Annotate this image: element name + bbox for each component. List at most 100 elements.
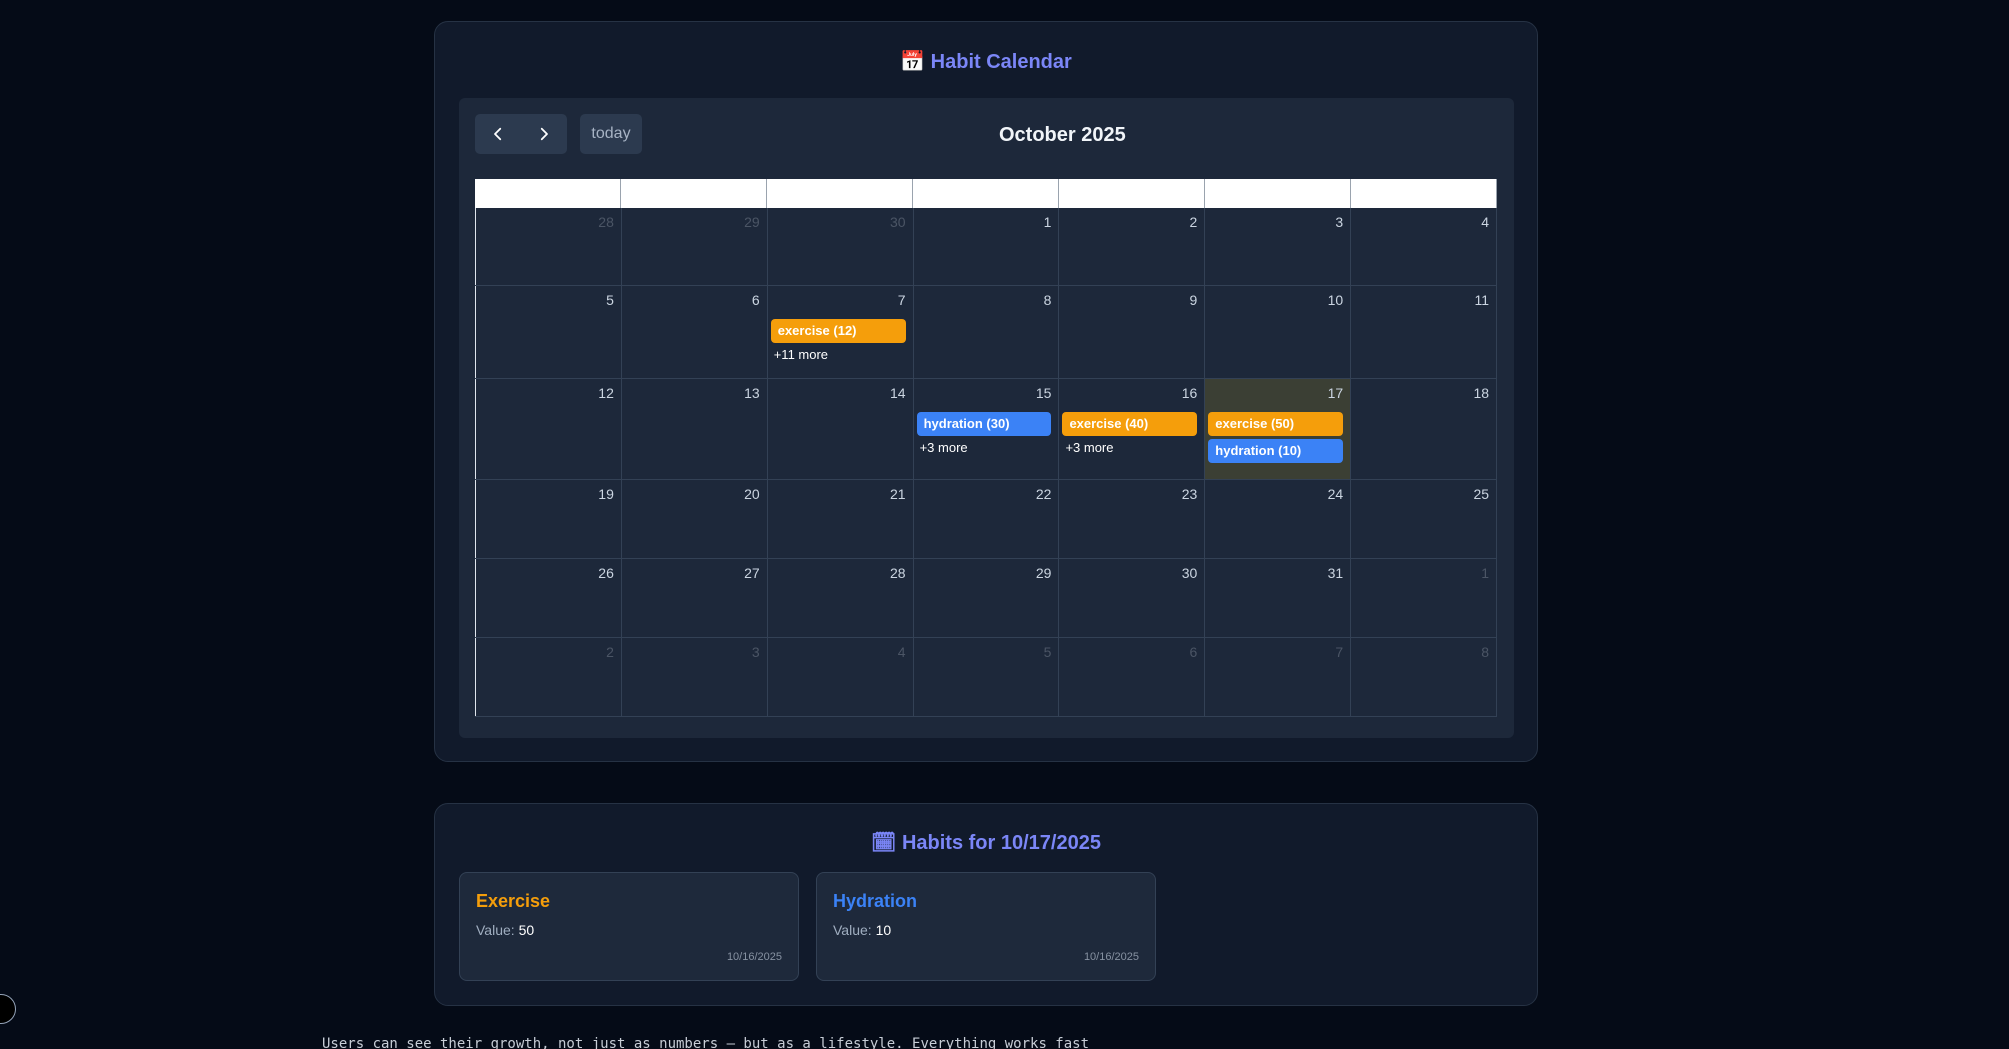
day-cell[interactable]: 22 xyxy=(914,480,1060,558)
floating-action-icon[interactable] xyxy=(0,994,16,1024)
day-number[interactable]: 28 xyxy=(771,565,906,583)
day-cell[interactable]: 8 xyxy=(1351,638,1498,716)
day-cell[interactable]: 3 xyxy=(1205,208,1352,285)
day-cell[interactable]: 21 xyxy=(768,480,914,558)
day-cell[interactable]: 10 xyxy=(1205,286,1352,378)
day-cell[interactable]: 30 xyxy=(1059,559,1206,637)
day-cell[interactable]: 3 xyxy=(622,638,768,716)
day-cell[interactable]: 16 exercise (40) +3 more xyxy=(1059,379,1206,479)
day-cell[interactable]: 25 xyxy=(1351,480,1498,558)
day-number[interactable]: 5 xyxy=(917,644,1052,662)
day-number[interactable]: 17 xyxy=(1208,385,1344,403)
day-cell[interactable]: 18 xyxy=(1351,379,1498,479)
day-number[interactable]: 2 xyxy=(1062,214,1198,232)
habit-card[interactable]: Hydration Value: 10 10/16/2025 xyxy=(816,872,1156,981)
day-number[interactable]: 15 xyxy=(917,385,1052,403)
day-number[interactable]: 20 xyxy=(625,486,760,504)
day-cell[interactable]: 5 xyxy=(475,286,622,378)
day-number[interactable]: 21 xyxy=(771,486,906,504)
next-month-button[interactable] xyxy=(521,114,567,154)
day-number[interactable]: 25 xyxy=(1354,486,1489,504)
day-cell[interactable]: 15 hydration (30) +3 more xyxy=(914,379,1060,479)
more-events-link[interactable]: +3 more xyxy=(920,440,1052,455)
day-number[interactable]: 8 xyxy=(917,292,1052,310)
day-number[interactable]: 5 xyxy=(479,292,614,310)
calendar-event[interactable]: exercise (40) xyxy=(1062,412,1198,436)
day-cell[interactable]: 12 xyxy=(475,379,622,479)
calendar-event[interactable]: exercise (50) xyxy=(1208,412,1344,436)
day-number[interactable]: 2 xyxy=(479,644,614,662)
day-number[interactable]: 3 xyxy=(625,644,760,662)
day-number[interactable]: 3 xyxy=(1208,214,1343,232)
day-number[interactable]: 11 xyxy=(1354,292,1489,310)
day-number[interactable]: 23 xyxy=(1062,486,1198,504)
day-number[interactable]: 12 xyxy=(479,385,614,403)
day-number[interactable]: 29 xyxy=(625,214,760,232)
day-number[interactable]: 4 xyxy=(771,644,906,662)
day-number[interactable]: 13 xyxy=(625,385,760,403)
day-cell[interactable]: 6 xyxy=(1059,638,1206,716)
day-cell[interactable]: 4 xyxy=(768,638,914,716)
day-cell[interactable]: 23 xyxy=(1059,480,1206,558)
day-number[interactable]: 1 xyxy=(917,214,1052,232)
day-number[interactable]: 9 xyxy=(1062,292,1198,310)
day-cell[interactable]: 8 xyxy=(914,286,1060,378)
day-number[interactable]: 30 xyxy=(1062,565,1198,583)
day-number[interactable]: 18 xyxy=(1354,385,1489,403)
day-number[interactable]: 26 xyxy=(479,565,614,583)
day-number[interactable]: 22 xyxy=(917,486,1052,504)
day-number[interactable]: 28 xyxy=(479,214,614,232)
day-cell[interactable]: 4 xyxy=(1351,208,1498,285)
day-cell[interactable]: 28 xyxy=(768,559,914,637)
day-cell[interactable]: 28 xyxy=(475,208,622,285)
day-cell[interactable]: 26 xyxy=(475,559,622,637)
day-number[interactable]: 6 xyxy=(1062,644,1198,662)
day-number[interactable]: 7 xyxy=(771,292,906,310)
day-cell[interactable]: 1 xyxy=(914,208,1060,285)
day-number[interactable]: 7 xyxy=(1208,644,1343,662)
more-events-link[interactable]: +11 more xyxy=(774,347,906,362)
day-cell[interactable]: 27 xyxy=(622,559,768,637)
day-cell[interactable]: 6 xyxy=(622,286,768,378)
day-number[interactable]: 27 xyxy=(625,565,760,583)
day-number[interactable]: 14 xyxy=(771,385,906,403)
day-number[interactable]: 4 xyxy=(1354,214,1489,232)
day-cell[interactable]: 29 xyxy=(622,208,768,285)
day-cell[interactable]: 5 xyxy=(914,638,1060,716)
day-cell[interactable]: 24 xyxy=(1205,480,1352,558)
day-number[interactable]: 10 xyxy=(1208,292,1344,310)
more-events-link[interactable]: +3 more xyxy=(1065,440,1197,455)
prev-month-button[interactable] xyxy=(475,114,521,154)
day-cell[interactable]: 11 xyxy=(1351,286,1498,378)
day-number[interactable]: 8 xyxy=(1354,644,1489,662)
calendar-event[interactable]: exercise (12) xyxy=(770,319,906,343)
day-cell[interactable]: 19 xyxy=(475,480,622,558)
day-number[interactable]: 1 xyxy=(1354,565,1489,583)
day-cell[interactable]: 20 xyxy=(622,480,768,558)
day-number[interactable]: 6 xyxy=(625,292,760,310)
today-button[interactable]: today xyxy=(580,114,642,154)
habit-name: Hydration xyxy=(833,891,918,911)
day-cell[interactable]: 30 xyxy=(768,208,914,285)
day-number[interactable]: 16 xyxy=(1062,385,1198,403)
day-number[interactable]: 19 xyxy=(479,486,614,504)
calendar-event[interactable]: hydration (10) xyxy=(1208,439,1344,463)
day-number[interactable]: 29 xyxy=(917,565,1052,583)
day-cell[interactable]: 13 xyxy=(622,379,768,479)
day-cell[interactable]: 31 xyxy=(1205,559,1352,637)
day-number[interactable]: 30 xyxy=(771,214,906,232)
day-cell[interactable]: 7 xyxy=(1205,638,1352,716)
day-cell[interactable]: 7 exercise (12) +11 more xyxy=(768,286,914,378)
day-cell[interactable]: 2 xyxy=(1059,208,1206,285)
day-cell[interactable]: 2 xyxy=(475,638,622,716)
day-number[interactable]: 31 xyxy=(1208,565,1344,583)
day-cell[interactable]: 9 xyxy=(1059,286,1206,378)
habit-card[interactable]: Exercise Value: 50 10/16/2025 xyxy=(459,872,799,981)
month-title: October 2025 xyxy=(999,124,1126,146)
day-number[interactable]: 24 xyxy=(1208,486,1344,504)
day-cell-today[interactable]: 17 exercise (50) hydration (10) xyxy=(1205,379,1352,479)
day-cell[interactable]: 29 xyxy=(914,559,1060,637)
calendar-event[interactable]: hydration (30) xyxy=(916,412,1052,436)
day-cell[interactable]: 14 xyxy=(768,379,914,479)
day-cell[interactable]: 1 xyxy=(1351,559,1498,637)
